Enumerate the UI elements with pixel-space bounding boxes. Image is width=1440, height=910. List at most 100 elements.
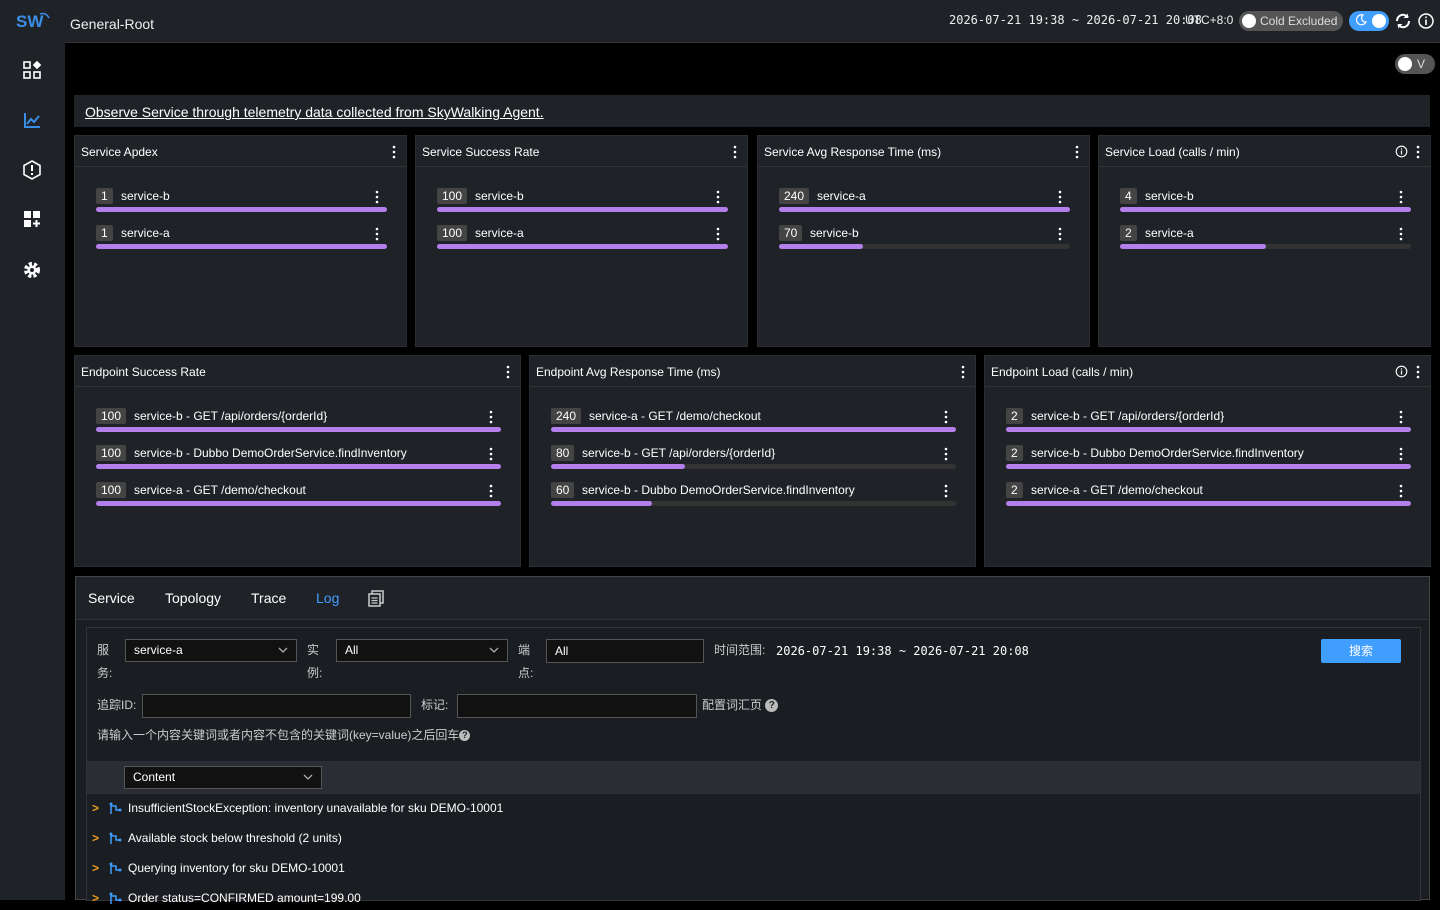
refresh-icon[interactable] (1394, 12, 1412, 30)
theme-toggle[interactable] (1349, 11, 1389, 31)
search-button[interactable]: 搜索 (1321, 639, 1401, 663)
list-item[interactable]: 100 service-a - GET /demo/checkout (96, 482, 501, 512)
content-select-value: Content (133, 770, 176, 784)
list-item[interactable]: 2 service-a - GET /demo/checkout (1006, 482, 1411, 512)
log-row[interactable]: > Order status=CONFIRMED amount=199.00 (92, 890, 1412, 910)
value-badge: 60 (551, 482, 575, 498)
value-badge: 4 (1120, 188, 1137, 204)
more-menu-icon[interactable] (506, 365, 510, 379)
more-menu-icon[interactable] (489, 447, 493, 461)
list-item[interactable]: 240 service-a - GET /demo/checkout (551, 408, 956, 438)
trace-id-label: 追踪ID: (97, 698, 137, 712)
info-icon[interactable] (1395, 365, 1408, 378)
value-badge: 100 (96, 445, 127, 461)
help-icon[interactable]: ? (459, 730, 471, 742)
more-menu-icon[interactable] (1416, 365, 1420, 379)
instance-select[interactable]: All (336, 639, 508, 662)
item-label: service-a (1145, 226, 1194, 240)
expand-arrow-icon[interactable]: > (92, 861, 99, 875)
more-menu-icon[interactable] (489, 484, 493, 498)
expand-arrow-icon[interactable]: > (92, 891, 99, 905)
trace-link-icon[interactable] (109, 832, 122, 845)
log-panel: 服 务: service-a 实 例: All 端 点: All 时间范围: 2… (86, 627, 1421, 905)
expand-arrow-icon[interactable]: > (92, 801, 99, 815)
trace-id-input[interactable] (142, 694, 411, 718)
more-menu-icon[interactable] (944, 410, 948, 424)
marketplace-icon[interactable] (20, 207, 44, 231)
help-icon[interactable]: ? (765, 699, 779, 713)
list-item[interactable]: 80 service-b - GET /api/orders/{orderId} (551, 445, 956, 475)
time-range-value[interactable]: 2026-07-21 19:38 ~ 2026-07-21 20:08 (776, 640, 1029, 663)
more-menu-icon[interactable] (716, 190, 720, 204)
v-toggle[interactable]: V (1395, 54, 1435, 74)
time-range[interactable]: 2026-07-21 19:38 ~ 2026-07-21 20:08 (949, 13, 1202, 27)
tab-trace[interactable]: Trace (251, 590, 286, 606)
list-item[interactable]: 100 service-b (437, 188, 728, 218)
more-menu-icon[interactable] (1399, 410, 1403, 424)
more-menu-icon[interactable] (489, 410, 493, 424)
more-menu-icon[interactable] (392, 145, 396, 159)
skywalking-logo[interactable]: SW (16, 10, 50, 32)
list-item[interactable]: 100 service-b - Dubbo DemoOrderService.f… (96, 445, 501, 475)
service-select[interactable]: service-a (125, 639, 297, 662)
tab-topology[interactable]: Topology (165, 590, 221, 606)
more-menu-icon[interactable] (1058, 227, 1062, 241)
trace-link-icon[interactable] (109, 802, 122, 815)
list-item[interactable]: 100 service-a (437, 225, 728, 255)
chart-icon[interactable] (20, 108, 44, 132)
alarm-icon[interactable] (20, 158, 44, 182)
more-menu-icon[interactable] (1399, 227, 1403, 241)
expand-arrow-icon[interactable]: > (92, 831, 99, 845)
intro-link[interactable]: Observe Service through telemetry data c… (85, 104, 544, 120)
tags-input[interactable] (457, 694, 697, 718)
progress-fill (551, 427, 956, 432)
more-menu-icon[interactable] (1058, 190, 1062, 204)
endpoint-input[interactable]: All (546, 639, 704, 663)
more-menu-icon[interactable] (961, 365, 965, 379)
more-menu-icon[interactable] (716, 227, 720, 241)
list-item[interactable]: 240 service-a (779, 188, 1070, 218)
list-item[interactable]: 2 service-a (1120, 225, 1411, 255)
value-badge: 2 (1120, 225, 1137, 241)
more-menu-icon[interactable] (1399, 190, 1403, 204)
list-item[interactable]: 70 service-b (779, 225, 1070, 255)
info-icon[interactable] (1395, 145, 1408, 158)
item-label: service-a - GET /demo/checkout (589, 409, 761, 423)
cold-stage-toggle[interactable]: Cold Excluded (1239, 11, 1343, 31)
list-item[interactable]: 100 service-b - GET /api/orders/{orderId… (96, 408, 501, 438)
copy-icon[interactable] (368, 590, 384, 607)
item-label: service-a - GET /demo/checkout (134, 483, 306, 497)
more-menu-icon[interactable] (944, 447, 948, 461)
list-item[interactable]: 1 service-a (96, 225, 387, 255)
info-icon[interactable] (1417, 12, 1435, 30)
progress-track (1006, 464, 1411, 469)
list-item[interactable]: 4 service-b (1120, 188, 1411, 218)
more-menu-icon[interactable] (375, 227, 379, 241)
more-menu-icon[interactable] (375, 190, 379, 204)
more-menu-icon[interactable] (1399, 484, 1403, 498)
chevron-down-icon (489, 647, 499, 653)
content-select[interactable]: Content (124, 766, 322, 789)
list-item[interactable]: 2 service-b - Dubbo DemoOrderService.fin… (1006, 445, 1411, 475)
list-item[interactable]: 60 service-b - Dubbo DemoOrderService.fi… (551, 482, 956, 512)
log-row[interactable]: > Available stock below threshold (2 uni… (92, 830, 1412, 850)
more-menu-icon[interactable] (944, 484, 948, 498)
list-item[interactable]: 1 service-b (96, 188, 387, 218)
progress-fill (437, 207, 728, 212)
trace-link-icon[interactable] (109, 862, 122, 875)
log-row[interactable]: > Querying inventory for sku DEMO-10001 (92, 860, 1412, 880)
tab-log[interactable]: Log (316, 590, 339, 606)
tab-service[interactable]: Service (88, 590, 135, 606)
settings-icon[interactable] (20, 258, 44, 282)
list-item[interactable]: 2 service-b - GET /api/orders/{orderId} (1006, 408, 1411, 438)
dashboard-icon[interactable] (20, 58, 44, 82)
more-menu-icon[interactable] (1399, 447, 1403, 461)
more-menu-icon[interactable] (733, 145, 737, 159)
trace-link-icon[interactable] (109, 892, 122, 905)
progress-fill (551, 501, 653, 506)
config-keywords-label[interactable]: 配置词汇页 ? (702, 694, 779, 717)
value-badge: 100 (96, 408, 127, 424)
log-row[interactable]: > InsufficientStockException: inventory … (92, 800, 1412, 820)
more-menu-icon[interactable] (1416, 145, 1420, 159)
more-menu-icon[interactable] (1075, 145, 1079, 159)
